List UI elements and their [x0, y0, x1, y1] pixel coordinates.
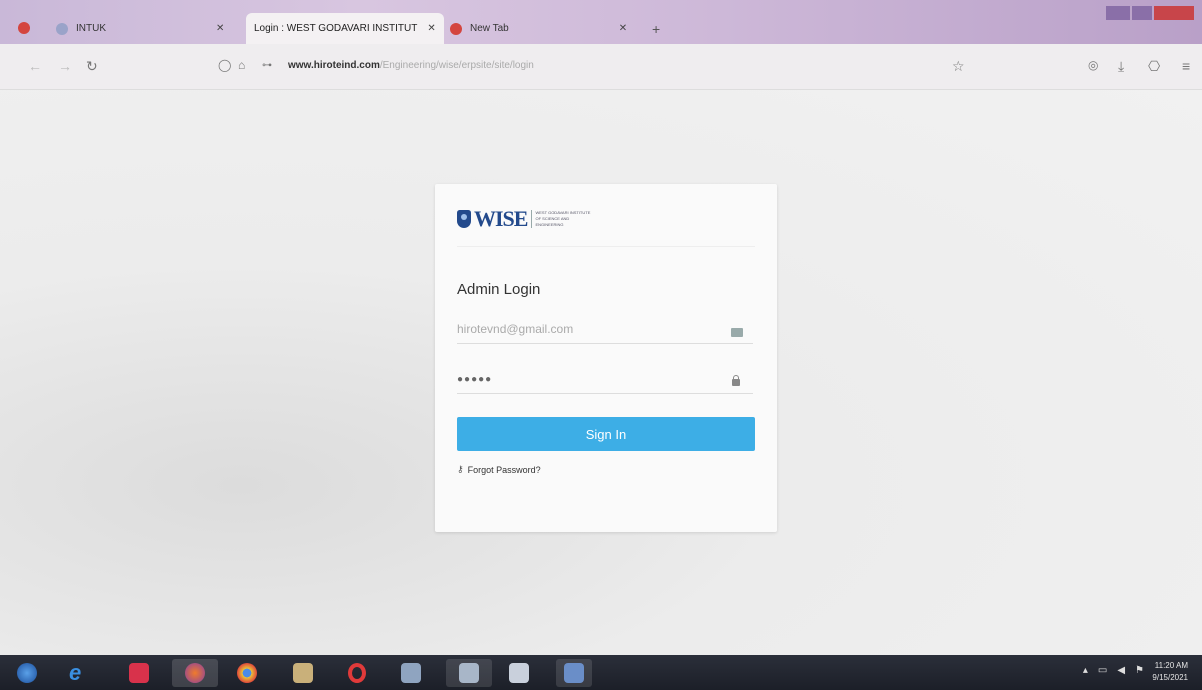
- shield-logo-icon: [457, 210, 471, 228]
- network-icon[interactable]: ▭: [1098, 665, 1107, 676]
- tab-close-icon[interactable]: ✕: [427, 23, 435, 34]
- chrome-icon: [237, 663, 257, 683]
- windows-logo-icon: [17, 663, 37, 683]
- login-card: WISE WEST GODAVARI INSTITUTE OF SCIENCE …: [435, 184, 777, 532]
- email-value: hirotevnd@gmail.com: [457, 322, 574, 336]
- clock-date: 9/15/2021: [1152, 673, 1188, 682]
- divider: [457, 246, 755, 247]
- browser-tab-bar: INTUK ✕ Login : WEST GODAVARI INSTITUT ✕…: [0, 0, 1202, 44]
- tray-arrow-icon[interactable]: ▴: [1083, 665, 1088, 676]
- password-field[interactable]: ●●●●●: [457, 364, 753, 394]
- logo-text: WISE: [474, 206, 528, 231]
- windows-taskbar: e ▴ ▭ ◀ ⚑ 11:20 AM 9/15/2021: [0, 655, 1202, 690]
- tab-new-tab[interactable]: New Tab ✕: [450, 13, 627, 44]
- close-window-icon[interactable]: [1154, 6, 1194, 20]
- app-icon: [401, 663, 421, 683]
- firefox-icon[interactable]: [18, 22, 30, 34]
- firefox-icon: [185, 663, 205, 683]
- app-icon: [459, 663, 479, 683]
- lock-icon: [732, 375, 740, 386]
- tab-label: New Tab: [470, 23, 509, 34]
- taskbar-app-7[interactable]: [556, 659, 592, 687]
- url-host: www.hiroteind.com: [288, 60, 380, 71]
- browser-nav-bar: ← → ↻ ◯ ⌂ ⊶ www.hiroteind.com/Engineerin…: [0, 44, 1202, 90]
- taskbar-app-red[interactable]: [124, 659, 154, 687]
- lock-icon[interactable]: ⌂: [238, 58, 245, 72]
- taskbar-ie[interactable]: e: [64, 659, 94, 687]
- taskbar-app-5[interactable]: [446, 659, 492, 687]
- forgot-password-label: Forgot Password?: [467, 464, 541, 475]
- tab-intuk[interactable]: INTUK ✕: [56, 13, 224, 44]
- url-bar[interactable]: www.hiroteind.com/Engineering/wise/erpsi…: [288, 60, 534, 71]
- taskbar-opera[interactable]: [342, 659, 372, 687]
- file-explorer-icon: [293, 663, 313, 683]
- forward-icon[interactable]: →: [58, 58, 72, 74]
- bookmark-star-icon[interactable]: ☆: [952, 58, 965, 75]
- menu-icon[interactable]: ≡: [1182, 58, 1190, 74]
- tab-label: Login : WEST GODAVARI INSTITUT: [254, 23, 418, 34]
- password-value: ●●●●●: [457, 374, 493, 385]
- maximize-icon[interactable]: [1132, 6, 1152, 20]
- back-icon[interactable]: ←: [28, 58, 42, 74]
- tab-close-icon[interactable]: ✕: [619, 23, 627, 34]
- url-path: /Engineering/wise/erpsite/site/login: [379, 60, 534, 71]
- wise-logo: WISE WEST GODAVARI INSTITUTE OF SCIENCE …: [457, 206, 591, 232]
- tab-favicon-icon: [450, 22, 462, 35]
- taskbar-firefox[interactable]: [172, 659, 218, 687]
- reload-icon[interactable]: ↻: [86, 58, 98, 75]
- tab-login[interactable]: Login : WEST GODAVARI INSTITUT ✕: [246, 13, 444, 44]
- media-player-icon: [509, 663, 529, 683]
- email-field[interactable]: hirotevnd@gmail.com: [457, 314, 753, 344]
- taskbar-app-6[interactable]: [504, 659, 534, 687]
- window-controls: [1106, 6, 1194, 20]
- extensions-icon[interactable]: ⎔: [1148, 58, 1160, 75]
- start-button[interactable]: [12, 659, 42, 687]
- taskbar-chrome[interactable]: [232, 659, 262, 687]
- taskbar-clock[interactable]: 11:20 AM 9/15/2021: [1152, 660, 1188, 684]
- tab-label: INTUK: [76, 23, 106, 34]
- logo-subtext: WEST GODAVARI INSTITUTE OF SCIENCE AND E…: [531, 210, 591, 228]
- permissions-icon[interactable]: ⊶: [262, 60, 272, 71]
- opera-icon: [348, 663, 366, 683]
- taskbar-files[interactable]: [288, 659, 318, 687]
- system-tray: ▴ ▭ ◀ ⚑: [1083, 665, 1144, 676]
- media-app-icon: [129, 663, 149, 683]
- new-tab-button[interactable]: +: [652, 21, 660, 37]
- download-icon[interactable]: ⤓: [1118, 58, 1124, 75]
- flag-icon[interactable]: ⚑: [1135, 665, 1144, 676]
- envelope-icon: [731, 328, 743, 337]
- page-title: Admin Login: [457, 281, 541, 298]
- forgot-password-link[interactable]: ⚷ Forgot Password?: [457, 464, 541, 475]
- tab-favicon-icon: [56, 22, 68, 35]
- app-icon: [564, 663, 584, 683]
- page-content: WISE WEST GODAVARI INSTITUTE OF SCIENCE …: [0, 90, 1202, 655]
- tab-close-icon[interactable]: ✕: [216, 23, 224, 34]
- pocket-icon[interactable]: ◎: [1088, 58, 1098, 72]
- volume-icon[interactable]: ◀: [1117, 665, 1125, 676]
- shield-icon[interactable]: ◯: [218, 58, 231, 72]
- clock-time: 11:20 AM: [1154, 661, 1188, 670]
- internet-explorer-icon: e: [69, 660, 82, 685]
- taskbar-app-4[interactable]: [396, 659, 426, 687]
- minimize-icon[interactable]: [1106, 6, 1130, 20]
- sign-in-button[interactable]: Sign In: [457, 417, 755, 451]
- key-icon: ⚷: [457, 464, 464, 474]
